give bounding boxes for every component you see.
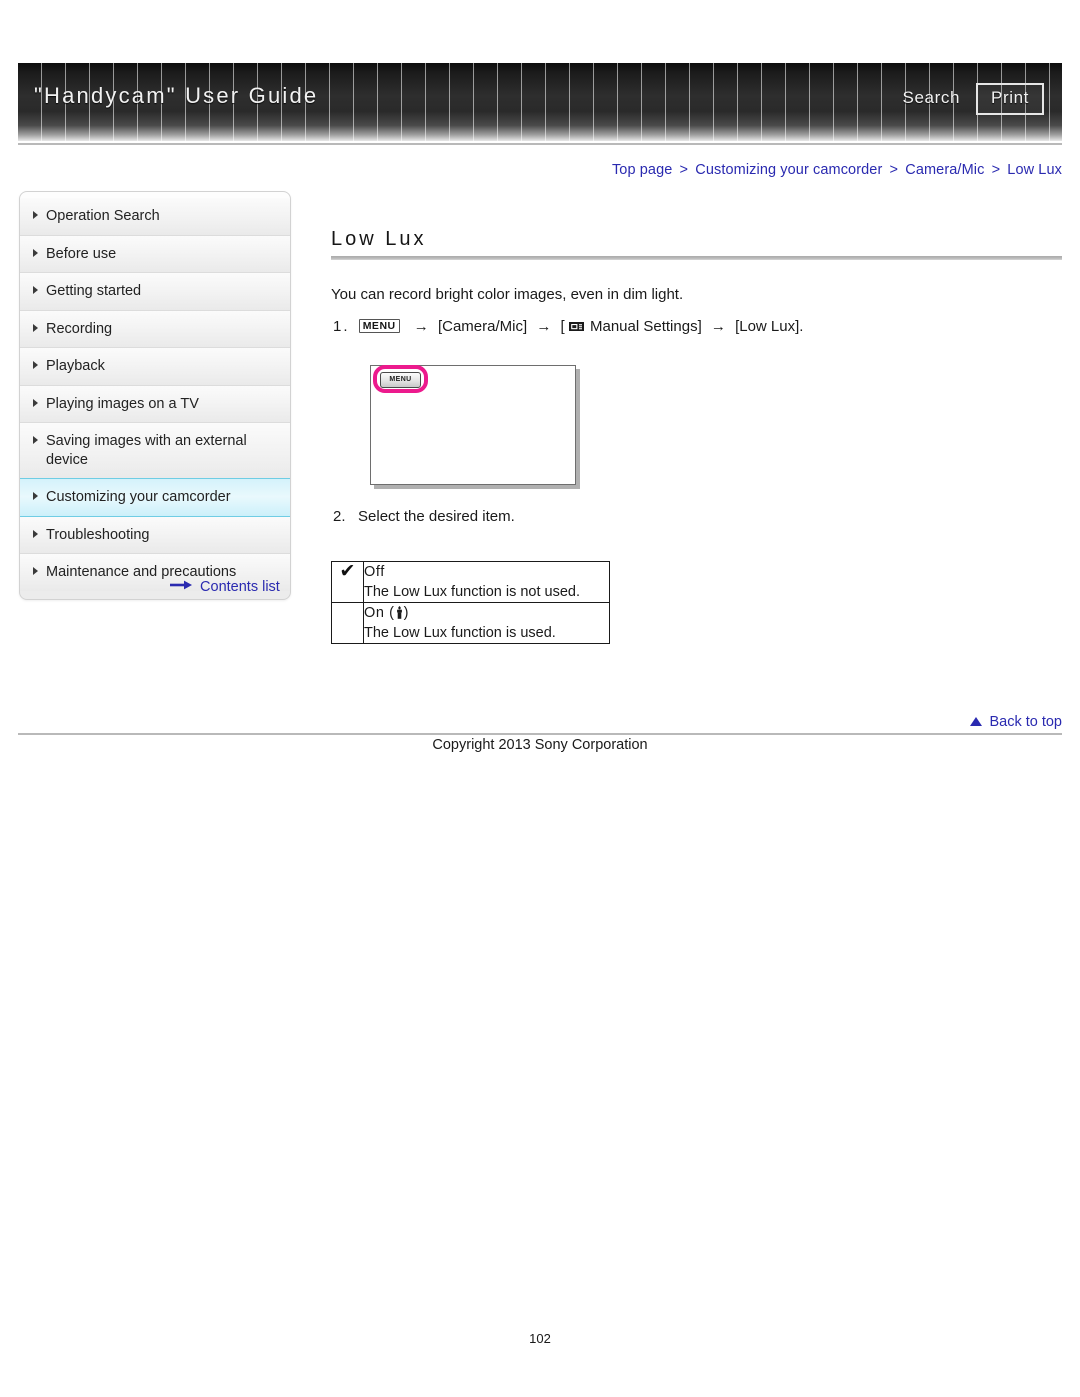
breadcrumb: Top page > Customizing your camcorder > … [612,162,1062,178]
sidebar-item-label: Customizing your camcorder [46,489,231,506]
breadcrumb-item-camera-mic[interactable]: Camera/Mic [905,162,984,178]
manual-settings-dial-icon [568,319,584,331]
step-2-number: 2. [333,508,346,525]
chevron-right-icon [33,248,38,257]
step-1-line: 1. MENU → [Camera/Mic] → [ Manual Settin… [333,318,803,335]
chevron-right-icon [33,529,38,538]
sidebar-item-label: Playing images on a TV [46,395,199,412]
breadcrumb-item-low-lux[interactable]: Low Lux [1007,162,1062,178]
sidebar-item-label: Recording [46,320,113,337]
sidebar-nav: Operation Search Before use Getting star… [19,191,291,601]
search-link[interactable]: Search [903,88,960,108]
arrow-right-icon: → [536,318,552,335]
footer-divider [18,733,1062,735]
menu-button-icon: MENU [358,319,400,333]
chevron-right-icon [33,361,38,370]
contents-list-link[interactable]: Contents list [170,578,280,595]
sidebar-item-before-use[interactable]: Before use [20,235,290,274]
breadcrumb-item-customizing[interactable]: Customizing your camcorder [695,162,882,178]
option-description: The Low Lux function is not used. [364,584,581,600]
step-2-line: 2. Select the desired item. [333,508,515,525]
sidebar-item-label: Playback [46,358,105,375]
sidebar-item-playback[interactable]: Playback [20,348,290,386]
option-name-row: On () [364,603,609,623]
step-1-camera-mic: [Camera/Mic] [437,318,528,335]
option-cell-on: On () The Low Lux function is used. [363,602,610,644]
sidebar-item-recording[interactable]: Recording [20,310,290,349]
selected-check-icon: ✔ [331,561,364,603]
selected-check-placeholder [331,602,364,644]
step-1-bracket-open: [ [560,318,565,335]
sidebar-item-operation-search[interactable]: Operation Search [20,198,290,236]
option-name: Off [364,564,385,580]
back-to-top-link[interactable]: Back to top [970,714,1062,730]
sidebar-item-playing-images-on-a-tv[interactable]: Playing images on a TV [20,385,290,424]
arrow-right-icon [170,578,192,594]
breadcrumb-separator: > [889,162,899,178]
sidebar-item-saving-images-external-device[interactable]: Saving images with an external device [20,423,290,480]
camcorder-screen-figure: MENU [370,365,576,485]
step-1-manual-settings: Manual Settings] [590,318,702,335]
chevron-right-icon [33,211,38,219]
breadcrumb-item-top-page[interactable]: Top page [612,162,672,178]
option-description: The Low Lux function is used. [364,625,556,641]
step-1-low-lux: [Low Lux]. [735,318,804,335]
sidebar-item-troubleshooting[interactable]: Troubleshooting [20,516,290,555]
sidebar-item-label: Before use [46,245,117,262]
page-title: Low Lux [331,228,427,250]
sidebar-item-label: Saving images with an external device [46,433,247,468]
step-2-text: Select the desired item. [358,508,515,525]
breadcrumb-separator: > [991,162,1001,178]
chevron-right-icon [33,398,38,407]
chevron-right-icon [33,492,38,501]
triangle-up-icon [970,717,983,726]
sidebar-item-label: Getting started [46,283,142,300]
print-button[interactable]: Print [976,83,1044,115]
sidebar-item-label: Operation Search [46,208,160,224]
title-divider [331,256,1062,260]
chevron-right-icon [33,323,38,332]
contents-list-label: Contents list [200,579,280,595]
sidebar-item-getting-started[interactable]: Getting started [20,273,290,311]
figure-menu-button: MENU [380,372,421,388]
sidebar-item-label: Troubleshooting [46,526,150,543]
page-number: 102 [529,1331,551,1346]
low-lux-lamp-icon [395,605,404,619]
arrow-right-icon: → [413,318,429,335]
header-divider [18,143,1062,145]
option-name-suffix: ) [403,605,410,621]
chevron-right-icon [33,436,38,445]
back-to-top-label: Back to top [989,714,1062,730]
option-cell-off: Off The Low Lux function is not used. [363,561,610,603]
copyright-text: Copyright 2013 Sony Corporation [432,737,648,753]
breadcrumb-separator: > [679,162,689,178]
site-header: "Handycam" User Guide Search Print [18,63,1062,141]
option-name: On ( [364,605,395,621]
site-title: "Handycam" User Guide [34,83,319,108]
options-table: ✔ Off The Low Lux function is not used. … [331,561,610,644]
table-row: On () The Low Lux function is used. [331,602,610,644]
step-1-number: 1. [333,318,350,335]
arrow-right-icon: → [710,318,726,335]
sidebar-item-customizing-your-camcorder[interactable]: Customizing your camcorder [20,478,290,517]
intro-paragraph: You can record bright color images, even… [331,286,684,303]
table-row: ✔ Off The Low Lux function is not used. [331,561,610,603]
chevron-right-icon [33,567,38,576]
chevron-right-icon [33,286,38,295]
